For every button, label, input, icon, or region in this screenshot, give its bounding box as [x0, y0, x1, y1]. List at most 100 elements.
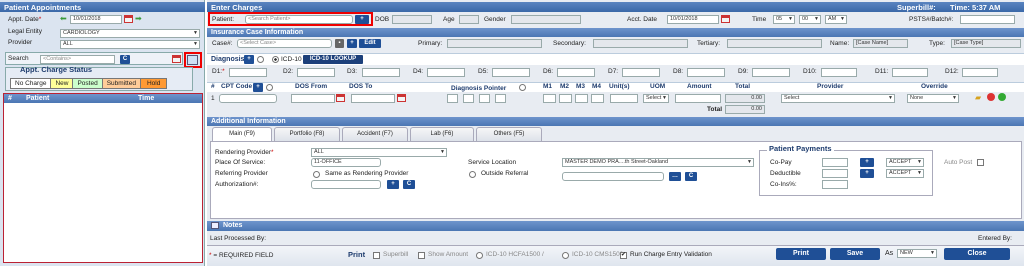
copay-accept-select[interactable]: ACCEPT [886, 158, 924, 167]
print-button[interactable]: Print [776, 248, 826, 260]
d7-input[interactable] [622, 68, 660, 77]
d10-input[interactable] [821, 68, 857, 77]
psts-input[interactable] [960, 15, 1015, 24]
service-location-select[interactable]: MASTER DEMO PRA....th Street-Oakland [562, 158, 754, 167]
patient-search-input[interactable]: <Search Patient> [245, 15, 353, 24]
export-icon[interactable] [187, 55, 198, 65]
tab-main[interactable]: Main (F9) [212, 127, 272, 141]
m4-input[interactable] [591, 94, 604, 103]
acct-calendar-icon[interactable] [721, 15, 730, 23]
d2-input[interactable] [297, 68, 335, 77]
d3-input[interactable] [362, 68, 400, 77]
d9-input[interactable] [752, 68, 790, 77]
d8-input[interactable] [687, 68, 725, 77]
add-cpt-button[interactable]: + [253, 83, 263, 92]
legal-entity-select[interactable]: CARDIOLOGY [60, 29, 200, 38]
cpt-code-input[interactable] [219, 94, 277, 103]
superbill-checkbox[interactable] [373, 252, 380, 259]
m1-input[interactable] [543, 94, 556, 103]
outside-referral-lookup-button[interactable]: … [669, 172, 681, 181]
hour-select[interactable]: 05 [773, 15, 795, 24]
copay-input[interactable] [822, 158, 848, 167]
d1-input[interactable] [229, 68, 267, 77]
cpt-options-icon[interactable] [266, 84, 273, 91]
outside-referral-radio[interactable] [469, 171, 476, 178]
patient-label: Patient: [212, 16, 235, 23]
hcfa-radio[interactable] [476, 252, 483, 259]
tab-lab[interactable]: Lab (F6) [410, 127, 474, 141]
icd10-lookup-button[interactable]: ICD-10 LOOKUP [303, 55, 363, 64]
dos-to-calendar-icon[interactable] [397, 94, 406, 102]
amount-input[interactable] [675, 94, 721, 103]
cms-radio[interactable] [562, 252, 569, 259]
run-validation-checkbox[interactable]: ✔ [620, 252, 627, 259]
m2-input[interactable] [559, 94, 572, 103]
add-patient-button[interactable]: + [355, 15, 369, 24]
same-as-rendering-radio[interactable] [313, 171, 320, 178]
minute-select[interactable]: 00 [799, 15, 821, 24]
auto-post-checkbox[interactable] [977, 159, 984, 166]
col-time[interactable]: Time [138, 94, 154, 103]
pos-input[interactable]: 11-OFFICE [311, 158, 381, 167]
pointer-2-input[interactable] [463, 94, 474, 103]
dos-from-calendar-icon[interactable] [336, 94, 345, 102]
deductible-input[interactable] [822, 169, 848, 178]
d11-input[interactable] [892, 68, 928, 77]
coins-input[interactable] [822, 180, 848, 189]
add-diagnosis-button[interactable]: + [244, 55, 254, 64]
pointer-info-icon[interactable] [519, 84, 526, 91]
close-button[interactable]: Close [944, 248, 1010, 260]
units-input[interactable] [610, 94, 638, 103]
icd9-radio[interactable] [257, 56, 264, 63]
override-select[interactable]: None [907, 94, 959, 103]
appt-date-input[interactable]: 10/01/2018 [70, 15, 122, 24]
icd10-radio[interactable] [272, 56, 279, 63]
save-button[interactable]: Save [830, 248, 880, 260]
outside-referral-input[interactable] [562, 172, 664, 181]
d6-input[interactable] [557, 68, 595, 77]
pointer-4-input[interactable] [495, 94, 506, 103]
deductible-accept-select[interactable]: ACCEPT [886, 169, 924, 178]
rendering-provider-select[interactable]: ALL [311, 148, 447, 157]
provider-select[interactable]: ALL [60, 40, 200, 49]
edit-case-button[interactable]: Edit [359, 39, 381, 48]
acct-date-input[interactable]: 10/01/2018 [667, 15, 719, 24]
left-calendar-icon[interactable] [172, 55, 181, 63]
dos-from-input[interactable] [291, 94, 335, 103]
pointer-3-input[interactable] [479, 94, 490, 103]
d12-input[interactable] [962, 68, 998, 77]
m3-input[interactable] [575, 94, 588, 103]
copay-add-button[interactable]: + [860, 158, 874, 167]
tab-others[interactable]: Others (F5) [476, 127, 542, 141]
dos-to-input[interactable] [351, 94, 395, 103]
prev-date-arrow-icon[interactable]: ⬅ [60, 14, 67, 23]
case-options-button[interactable]: ▪ [335, 39, 344, 48]
col-patient[interactable]: Patient [26, 94, 49, 103]
tab-accident[interactable]: Accident (F7) [342, 127, 408, 141]
pointer-1-input[interactable] [447, 94, 458, 103]
clear-referring-button[interactable]: C [403, 180, 415, 189]
show-amount-checkbox[interactable] [418, 252, 425, 259]
referring-provider-input[interactable] [311, 180, 381, 189]
next-date-arrow-icon[interactable]: ➡ [135, 14, 142, 23]
d5-input[interactable] [492, 68, 530, 77]
case-select[interactable]: <Select Case> [237, 39, 332, 48]
deductible-add-button[interactable]: + [860, 169, 874, 178]
folder-icon[interactable]: ▰ [975, 93, 981, 102]
add-case-button[interactable]: + [347, 39, 357, 48]
m2-header: M2 [560, 83, 570, 90]
d4-input[interactable] [427, 68, 465, 77]
add-referring-button[interactable]: + [387, 180, 399, 189]
delete-row-icon[interactable] [987, 93, 995, 101]
add-row-icon[interactable] [998, 93, 1006, 101]
search-input[interactable]: <Contains> [40, 55, 115, 64]
cms-label: ICD-10 CMS1500 [572, 251, 624, 258]
uom-select[interactable]: Select [643, 94, 669, 103]
save-as-select[interactable]: NEW [897, 249, 937, 258]
clear-search-button[interactable]: C [120, 55, 130, 64]
ampm-select[interactable]: AM [825, 15, 847, 24]
outside-referral-clear-button[interactable]: C [685, 172, 697, 181]
tab-portfolio[interactable]: Portfolio (F8) [274, 127, 340, 141]
cpt-provider-select[interactable]: Select [781, 94, 895, 103]
appt-calendar-icon[interactable] [124, 15, 133, 23]
